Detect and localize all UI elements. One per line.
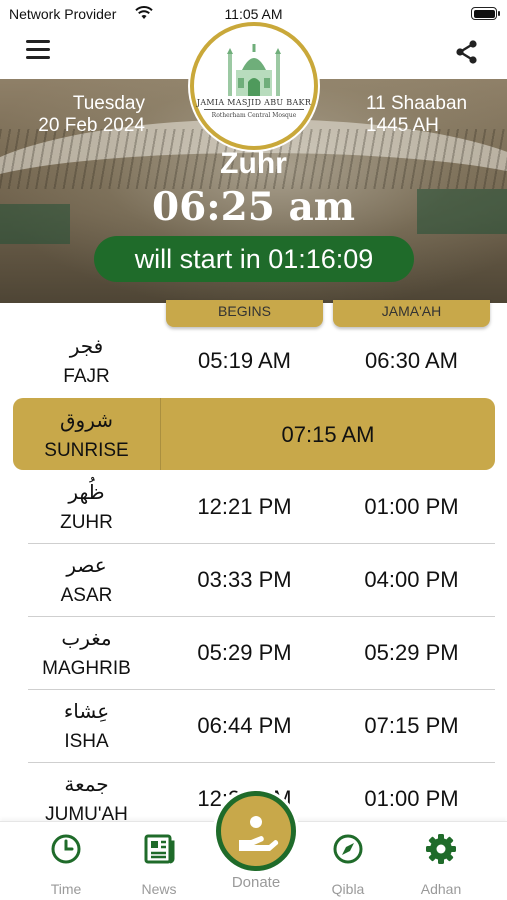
donate-button[interactable] bbox=[216, 791, 296, 871]
jamaah-time: 07:15 PM bbox=[364, 713, 459, 738]
prayer-name: MAGHRIB bbox=[42, 658, 131, 679]
prayer-arabic-name: جمعة bbox=[64, 774, 109, 796]
nav-news[interactable]: News bbox=[124, 832, 194, 897]
next-prayer-time: 06:25 am bbox=[151, 184, 356, 230]
prayer-name: FAJR bbox=[63, 366, 110, 387]
prayer-name: SUNRISE bbox=[44, 440, 129, 461]
prayer-arabic-name: عِشاء bbox=[63, 701, 110, 723]
hijri-year-label: 1445 AH bbox=[366, 115, 439, 136]
prayer-name: ASAR bbox=[60, 585, 113, 606]
prayer-row-maghrib: مغرب MAGHRIB 05:29 PM 05:29 PM bbox=[0, 618, 507, 690]
begins-time: 12:21 PM bbox=[197, 494, 292, 519]
jamaah-time: 01:00 PM bbox=[364, 786, 459, 811]
logo-name: JAMIA MASJID ABU BAKR bbox=[196, 98, 312, 107]
mosque-logo: JAMIA MASJID ABU BAKR Rotherham Central … bbox=[190, 22, 318, 150]
jamaah-time: 05:29 PM bbox=[364, 640, 459, 665]
prayer-arabic-name: مغرب bbox=[61, 628, 112, 650]
day-label: Tuesday bbox=[72, 93, 145, 114]
begins-time: 03:33 PM bbox=[197, 567, 292, 592]
jamaah-time: 01:00 PM bbox=[364, 494, 459, 519]
nav-qibla-label: Qibla bbox=[331, 881, 365, 897]
begins-time: 05:19 AM bbox=[198, 348, 291, 373]
gregorian-date: Tuesday 20 Feb 2024 bbox=[0, 93, 145, 137]
status-time: 11:05 AM bbox=[224, 6, 283, 22]
prayer-name: ISHA bbox=[64, 731, 109, 752]
begins-time: 05:29 PM bbox=[197, 640, 292, 665]
prayer-arabic-name: ظُهر bbox=[68, 482, 105, 504]
newspaper-icon bbox=[144, 834, 175, 864]
nav-adhan[interactable]: Adhan bbox=[406, 832, 476, 897]
prayer-arabic-name: فجر bbox=[69, 336, 104, 358]
prayer-row-sunrise: شروق SUNRISE 07:15 AM bbox=[13, 398, 495, 470]
jamaah-time: 04:00 PM bbox=[364, 567, 459, 592]
hijri-day-label: 11 Shaaban bbox=[366, 93, 468, 114]
nav-time-label: Time bbox=[50, 881, 82, 897]
nav-qibla[interactable]: Qibla bbox=[313, 832, 383, 897]
prayer-row-zuhr: ظُهر ZUHR 12:21 PM 01:00 PM bbox=[0, 472, 507, 544]
compass-icon bbox=[333, 834, 363, 864]
mosque-logo-icon bbox=[227, 44, 281, 96]
next-prayer-name: Zuhr bbox=[220, 147, 287, 180]
prayer-arabic-name: عصر bbox=[66, 555, 107, 577]
begins-column-header: BEGINS bbox=[166, 300, 323, 327]
battery-icon bbox=[471, 7, 500, 20]
prayer-arabic-name: شروق bbox=[60, 410, 113, 432]
gear-icon bbox=[426, 834, 456, 864]
hijri-date: 11 Shaaban 1445 AH bbox=[366, 93, 467, 137]
nav-time[interactable]: Time bbox=[31, 832, 101, 897]
sunrise-time: 07:15 AM bbox=[281, 422, 375, 447]
countdown-pill: will start in 01:16:09 bbox=[94, 236, 414, 282]
begins-time: 06:44 PM bbox=[197, 713, 292, 738]
nav-adhan-label: Adhan bbox=[420, 881, 462, 897]
date-label: 20 Feb 2024 bbox=[38, 115, 145, 136]
jamaah-time: 06:30 AM bbox=[365, 348, 458, 373]
prayer-name: ZUHR bbox=[60, 512, 113, 533]
nav-news-label: News bbox=[141, 881, 177, 897]
logo-subtitle: Rotherham Central Mosque bbox=[211, 112, 297, 119]
nav-donate-label: Donate bbox=[231, 874, 281, 891]
jamaah-column-header: JAMA'AH bbox=[333, 300, 490, 327]
prayer-row-fajr: فجر FAJR 05:19 AM 06:30 AM bbox=[0, 326, 507, 398]
prayer-row-isha: عِشاء ISHA 06:44 PM 07:15 PM bbox=[0, 691, 507, 763]
prayer-row-asar: عصر ASAR 03:33 PM 04:00 PM bbox=[0, 545, 507, 617]
donate-hand-icon bbox=[239, 816, 279, 851]
clock-icon bbox=[51, 834, 81, 864]
menu-icon[interactable] bbox=[26, 40, 54, 64]
share-icon[interactable] bbox=[453, 38, 481, 66]
